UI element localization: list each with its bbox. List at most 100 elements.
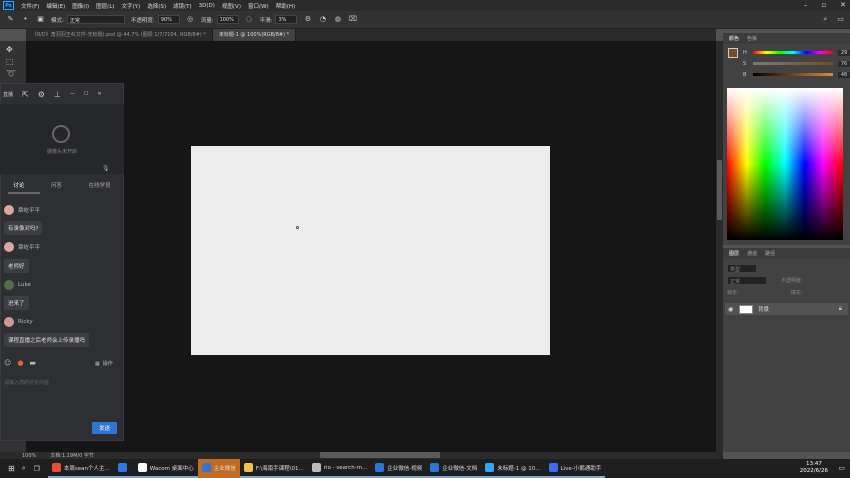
smoothing-input[interactable]: 3% [275, 15, 298, 24]
tab-paths[interactable]: 路径 [763, 249, 777, 258]
pressure-size-icon[interactable]: ◍ [333, 15, 342, 24]
brush-settings-icon[interactable]: ▣ [36, 15, 45, 24]
emoji-icon[interactable]: ☺ [4, 359, 11, 367]
saturation-slider[interactable] [753, 62, 833, 65]
zoom-level[interactable]: 100% [22, 453, 36, 459]
wecom-toolbar: 直播 ⇱ ⚙ ⊥ — ☐ ✕ [1, 84, 123, 104]
tab-discussion[interactable]: 讨论 [13, 181, 24, 189]
app-icon [485, 463, 495, 472]
tab-channels[interactable]: 通道 [745, 249, 759, 258]
taskbar-app[interactable]: Wacom 桌面中心 [133, 459, 198, 478]
send-button[interactable]: 发送 [92, 422, 117, 434]
minimize-icon[interactable]: — [70, 91, 75, 97]
windows-start-icon[interactable]: ⊞ [8, 464, 15, 473]
task-view-icon[interactable]: ❐ [34, 465, 40, 473]
taskbar-app[interactable]: 本周sean个人主... [47, 459, 114, 478]
maximize-icon[interactable]: ☐ [84, 91, 88, 97]
search-icon[interactable]: ⌕ [22, 464, 26, 473]
taskbar-app[interactable]: rio - search-m... [307, 459, 372, 478]
menu-image[interactable]: 图像(I) [72, 2, 89, 10]
menu-type[interactable]: 文字(Y) [122, 2, 141, 10]
notification-icon[interactable]: ▭ [838, 464, 845, 472]
document-canvas[interactable] [191, 146, 550, 355]
angle-icon[interactable]: ◔ [318, 15, 327, 24]
brush-tool-icon[interactable]: ✎ [6, 15, 15, 24]
taskbar-app[interactable]: 未标题-1 @ 10... [481, 459, 545, 478]
hue-value[interactable]: 29 [838, 49, 850, 56]
clock[interactable]: 13:47 2022/6/26 [800, 461, 828, 475]
taskbar-app[interactable]: 企业微信 [197, 459, 240, 478]
pin-icon[interactable]: ⊥ [54, 90, 61, 99]
layer-name: 背景 [758, 307, 770, 313]
lasso-tool-icon[interactable]: ➰ [6, 68, 26, 80]
menu-file[interactable]: 文件(F) [21, 2, 39, 10]
chat-input[interactable]: 请输入您的讨论内容 [4, 379, 49, 386]
brightness-slider[interactable] [753, 73, 833, 76]
menu-select[interactable]: 选择(S) [147, 2, 166, 10]
tab-document-2[interactable]: 未标题-1 @ 100%(RGB/8#) * [212, 29, 297, 41]
gear-icon[interactable]: ⚙ [303, 15, 312, 24]
tab-online-students[interactable]: 在线学员 [89, 181, 111, 189]
menu-filter[interactable]: 滤镜(T) [173, 2, 192, 10]
tab-color[interactable]: 颜色 [727, 34, 741, 43]
move-tool-icon[interactable]: ✥ [6, 44, 26, 56]
tab-qa[interactable]: 问答 [51, 181, 62, 189]
close-icon[interactable]: ✕ [840, 1, 846, 9]
document-info[interactable]: 文档:1.19M/0 字节 [50, 452, 94, 459]
visibility-eye-icon[interactable]: ◉ [728, 306, 733, 313]
avatar[interactable] [4, 317, 14, 327]
tab-layers[interactable]: 图层 [727, 249, 741, 258]
avatar[interactable] [4, 242, 14, 252]
close-icon[interactable]: ✕ [97, 91, 101, 97]
symmetry-icon[interactable]: ⌧ [348, 15, 357, 24]
settings-icon[interactable]: ⚙ [38, 90, 45, 99]
avatar[interactable] [4, 280, 14, 290]
blend-mode-select[interactable]: 正常 [727, 275, 767, 285]
search-icon[interactable]: ⌕ [821, 15, 830, 24]
vertical-scrollbar-thumb[interactable] [717, 160, 722, 220]
minimize-icon[interactable]: – [804, 1, 808, 9]
saturation-value[interactable]: 76 [838, 60, 850, 67]
menu-layer[interactable]: 图层(L) [96, 2, 114, 10]
op-button[interactable]: ▦ 操作 [95, 360, 113, 368]
taskbar-app[interactable]: Live-小鹅通助手 [544, 459, 606, 478]
smoothing-label: 平滑: [259, 17, 273, 24]
share-icon[interactable]: ⇱ [22, 90, 29, 99]
layer-filter-select[interactable]: 类型 [727, 263, 757, 273]
maximize-icon[interactable]: ▫ [821, 1, 826, 9]
taskbar-app[interactable]: F:\海南手课程\01... [239, 459, 308, 478]
menu-window[interactable]: 窗口(W) [248, 2, 269, 10]
taskbar-app[interactable]: 企业微信-文档 [426, 459, 482, 478]
airbrush-icon[interactable]: ◌ [245, 15, 254, 24]
horizontal-scrollbar-thumb[interactable] [320, 452, 440, 458]
menu-help[interactable]: 帮助(H) [276, 2, 295, 10]
flow-input[interactable]: 100% [216, 15, 239, 24]
menu-view[interactable]: 视图(V) [222, 2, 241, 10]
marquee-tool-icon[interactable]: ⬚ [6, 56, 26, 68]
foreground-color-swatch[interactable] [728, 48, 738, 58]
hue-slider[interactable] [753, 51, 833, 54]
opacity-input[interactable]: 90% [157, 15, 180, 24]
tab-document-1[interactable]: 《8/D》角羽羽王4(文件-无标题).psd @ 44.7% (图层 1/7/7… [26, 29, 213, 41]
brightness-value[interactable]: 48 [838, 71, 850, 78]
color-spectrum[interactable] [727, 88, 843, 240]
pressure-opacity-icon[interactable]: ◎ [186, 15, 195, 24]
menu-3d[interactable]: 3D(D) [199, 3, 215, 9]
avatar[interactable] [4, 205, 14, 215]
tab-swatches[interactable]: 色板 [745, 34, 759, 43]
mic-icon[interactable]: 🎙︎ [102, 165, 110, 172]
gift-icon[interactable]: ● [17, 359, 23, 367]
vertical-scrollbar[interactable] [716, 41, 723, 452]
taskbar-app-label: Wacom 桌面中心 [149, 465, 194, 472]
taskbar-app[interactable]: 企业微信-视频 [371, 459, 427, 478]
folder-icon[interactable]: ▬ [29, 359, 36, 367]
taskbar-app-label: 企业微信 [213, 465, 236, 472]
app-icon [311, 463, 321, 472]
brush-size-icon[interactable]: • [21, 15, 30, 24]
mode-select[interactable]: 正常 [66, 15, 125, 24]
taskbar-app[interactable] [113, 459, 134, 478]
opacity-label: 不透明度: [130, 17, 155, 24]
workspace-icon[interactable]: ▭ [836, 15, 845, 24]
menu-edit[interactable]: 编辑(E) [46, 2, 65, 10]
layer-row-background[interactable]: ◉ 背景 🔒︎ [725, 303, 848, 315]
